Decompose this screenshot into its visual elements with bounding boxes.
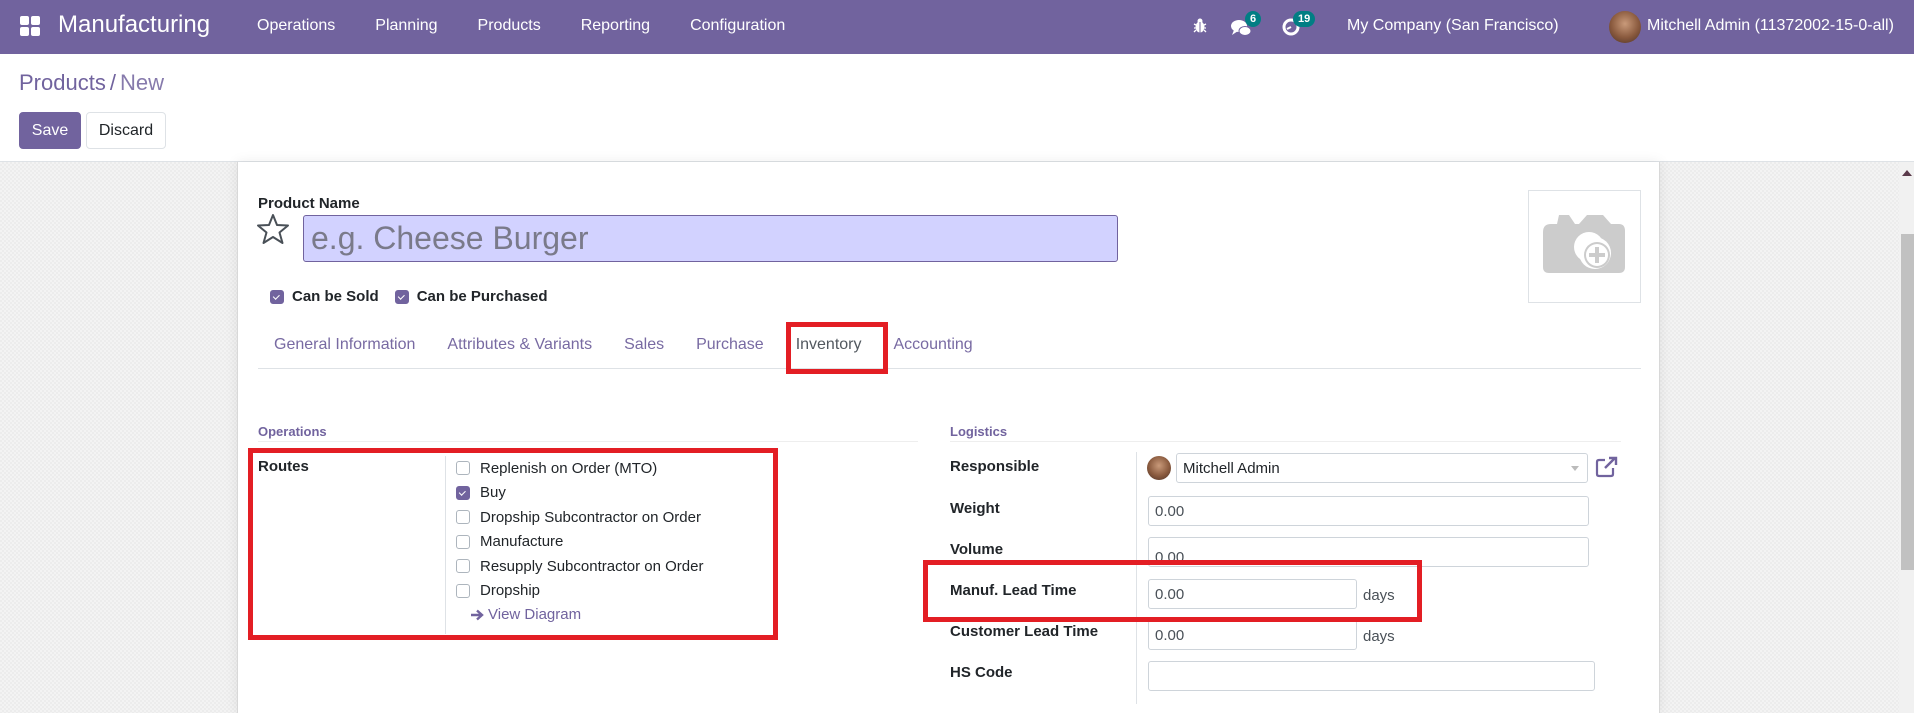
user-menu[interactable]: Mitchell Admin (11372002-15-0-all) — [1647, 17, 1894, 35]
tab-accounting[interactable]: Accounting — [878, 322, 989, 368]
main-menu: Operations Planning Products Reporting C… — [257, 17, 825, 35]
can-be-sold-check[interactable] — [270, 289, 284, 304]
top-navbar: Manufacturing Operations Planning Produc… — [0, 0, 1914, 54]
route-checkbox[interactable] — [456, 559, 470, 574]
scrollbar-thumb[interactable] — [1901, 234, 1914, 570]
customer-lead-time-label: Customer Lead Time — [950, 623, 1099, 640]
routes-label: Routes — [258, 458, 309, 475]
camera-add-icon — [1543, 215, 1625, 273]
product-image-upload[interactable] — [1528, 190, 1641, 303]
route-manufacture[interactable]: Manufacture — [456, 530, 703, 555]
responsible-label: Responsible — [950, 458, 1040, 475]
view-diagram-link[interactable]: View Diagram — [470, 606, 703, 623]
breadcrumb: Products / New — [19, 70, 164, 96]
customer-lead-time-input[interactable]: 0.00 — [1148, 620, 1357, 650]
volume-input[interactable]: 0.00 — [1148, 537, 1589, 567]
logistics-separator — [950, 441, 1621, 442]
route-resupply-subcontractor[interactable]: Resupply Subcontractor on Order — [456, 554, 703, 579]
breadcrumb-products[interactable]: Products — [19, 70, 106, 95]
product-name-input[interactable] — [303, 215, 1118, 262]
hs-code-label: HS Code — [950, 664, 1013, 681]
apps-grid-icon[interactable] — [20, 16, 40, 36]
route-label: Buy — [480, 484, 506, 502]
tab-sales[interactable]: Sales — [608, 322, 680, 368]
can-be-purchased-check[interactable] — [394, 289, 409, 304]
routes-list: Replenish on Order (MTO) Buy Dropship Su… — [456, 456, 703, 623]
operations-section-title: Operations — [258, 424, 327, 439]
product-name-label: Product Name — [258, 195, 360, 212]
routes-column-divider — [445, 456, 446, 634]
route-replenish-on-order[interactable]: Replenish on Order (MTO) — [456, 456, 703, 481]
route-label: Dropship Subcontractor on Order — [480, 508, 701, 526]
route-checkbox[interactable] — [456, 485, 470, 500]
view-diagram-label: View Diagram — [488, 606, 582, 623]
route-checkbox[interactable] — [456, 461, 470, 476]
tab-general-information[interactable]: General Information — [258, 322, 431, 368]
messages-button[interactable]: 6 — [1230, 11, 1270, 42]
menu-configuration[interactable]: Configuration — [690, 17, 785, 35]
breadcrumb-separator: / — [109, 70, 116, 95]
route-label: Dropship — [480, 582, 541, 600]
app-name[interactable]: Manufacturing — [58, 11, 210, 39]
responsible-avatar — [1147, 456, 1171, 480]
menu-reporting[interactable]: Reporting — [581, 17, 650, 35]
logistics-section-title: Logistics — [950, 424, 1008, 439]
logistics-column-divider — [1136, 452, 1137, 704]
notebook-tabs: General Information Attributes & Variant… — [258, 322, 1641, 369]
tab-attributes-variants[interactable]: Attributes & Variants — [431, 322, 608, 368]
arrow-right-icon — [471, 609, 484, 620]
form-sheet: Product Name Can be Sold Can be Purchase… — [237, 162, 1660, 713]
bug-icon[interactable] — [1193, 17, 1207, 34]
scroll-up-arrow-icon[interactable] — [1902, 170, 1912, 176]
route-buy[interactable]: Buy — [456, 481, 703, 506]
company-switcher[interactable]: My Company (San Francisco) — [1347, 17, 1559, 35]
activities-button[interactable]: 19 — [1281, 11, 1331, 42]
route-dropship[interactable]: Dropship — [456, 579, 703, 604]
user-avatar[interactable] — [1609, 11, 1641, 43]
can-be-sold-label: Can be Sold — [292, 288, 379, 305]
page-scrollbar[interactable] — [1899, 162, 1914, 713]
weight-label: Weight — [950, 500, 1000, 517]
external-link-icon[interactable] — [1595, 456, 1619, 478]
route-checkbox[interactable] — [456, 510, 470, 525]
discard-button[interactable]: Discard — [86, 112, 166, 149]
route-dropship-subcontractor[interactable]: Dropship Subcontractor on Order — [456, 505, 703, 530]
manuf-lead-time-input[interactable]: 0.00 — [1148, 579, 1357, 609]
tab-purchase[interactable]: Purchase — [680, 322, 780, 368]
route-label: Replenish on Order (MTO) — [480, 459, 658, 477]
save-button[interactable]: Save — [19, 112, 81, 149]
route-checkbox[interactable] — [456, 583, 470, 598]
tab-inventory[interactable]: Inventory — [780, 322, 878, 368]
breadcrumb-current: New — [119, 70, 164, 95]
dropdown-caret-icon[interactable] — [1571, 466, 1579, 471]
can-be-purchased-checkbox[interactable]: Can be Purchased — [394, 288, 548, 305]
responsible-value: Mitchell Admin — [1183, 459, 1280, 477]
responsible-select[interactable]: Mitchell Admin — [1176, 453, 1588, 483]
product-flags: Can be Sold Can be Purchased — [270, 288, 564, 305]
customer-lead-time-unit: days — [1363, 628, 1395, 645]
route-label: Manufacture — [480, 533, 564, 551]
route-label: Resupply Subcontractor on Order — [480, 557, 704, 575]
favorite-star-icon[interactable] — [256, 212, 290, 246]
activities-badge: 19 — [1293, 11, 1316, 27]
messages-badge: 6 — [1245, 11, 1262, 27]
menu-operations[interactable]: Operations — [257, 17, 335, 35]
operations-separator — [258, 441, 918, 442]
menu-products[interactable]: Products — [478, 17, 541, 35]
menu-planning[interactable]: Planning — [375, 17, 437, 35]
can-be-purchased-label: Can be Purchased — [416, 288, 548, 305]
route-checkbox[interactable] — [456, 534, 470, 549]
can-be-sold-checkbox[interactable]: Can be Sold — [270, 288, 379, 305]
hs-code-input[interactable] — [1148, 661, 1595, 691]
manuf-lead-time-unit: days — [1363, 587, 1395, 604]
weight-input[interactable]: 0.00 — [1148, 496, 1589, 526]
manuf-lead-time-label: Manuf. Lead Time — [950, 582, 1077, 599]
volume-label: Volume — [950, 541, 1004, 558]
